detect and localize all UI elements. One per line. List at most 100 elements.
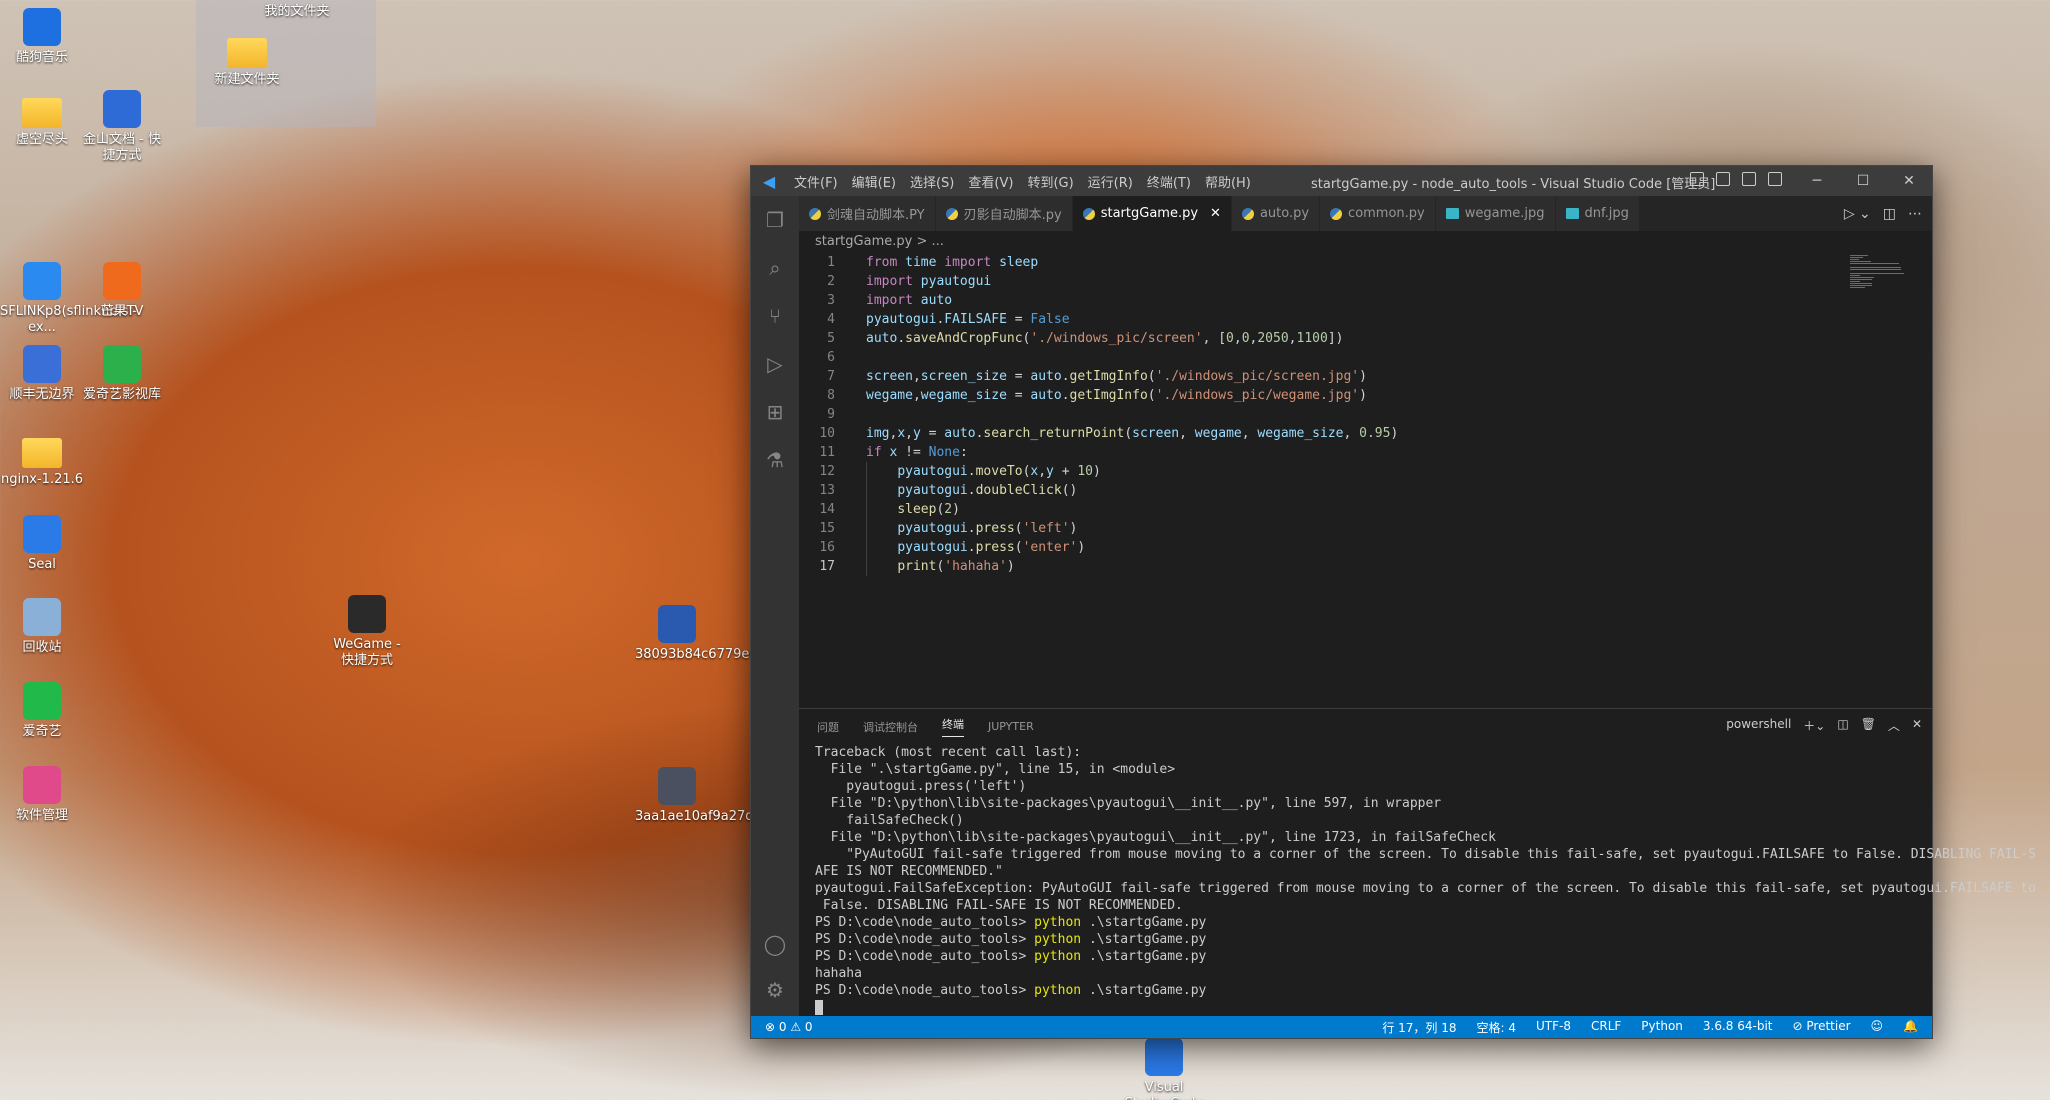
cursor-position[interactable]: 行 17，列 18 bbox=[1382, 1019, 1456, 1036]
editor-tab[interactable]: common.py bbox=[1320, 196, 1436, 231]
line-number: 4 bbox=[827, 312, 835, 327]
menu-item[interactable]: 选择(S) bbox=[903, 176, 961, 191]
desktop-icon[interactable]: 软件管理 bbox=[0, 766, 84, 824]
toggle-secondary-sidebar-icon[interactable] bbox=[1742, 172, 1756, 186]
terminal-output[interactable]: Traceback (most recent call last): File … bbox=[799, 744, 2036, 1016]
menu-item[interactable]: 转到(G) bbox=[1020, 176, 1080, 191]
more-actions-icon[interactable]: ⋯ bbox=[1908, 206, 1922, 222]
desktop-icon[interactable]: Visual Studio Code bbox=[1122, 1038, 1206, 1100]
python-interpreter[interactable]: 3.6.8 64-bit bbox=[1703, 1019, 1773, 1036]
desktop-icon[interactable]: WeGame - 快捷方式 bbox=[325, 595, 409, 669]
desktop-icon-label: 顺丰无边界 bbox=[9, 387, 75, 402]
split-editor-icon[interactable]: ◫ bbox=[1883, 206, 1896, 222]
editor-tab[interactable]: dnf.jpg bbox=[1555, 196, 1640, 231]
desktop-icon[interactable]: 爱奇艺影视库 bbox=[80, 345, 164, 403]
new-terminal-icon[interactable]: ＋⌄ bbox=[1803, 717, 1825, 734]
run-python-icon[interactable]: ▷ ⌄ bbox=[1844, 206, 1871, 222]
code-line[interactable]: 1 from time import sleep bbox=[799, 253, 1932, 272]
testing-icon[interactable]: ⚗ bbox=[763, 448, 787, 472]
split-terminal-icon[interactable]: ◫ bbox=[1837, 717, 1848, 734]
indentation[interactable]: 空格: 4 bbox=[1477, 1019, 1517, 1036]
desktop-icon[interactable]: 爱奇艺 bbox=[0, 682, 84, 740]
run-debug-icon[interactable]: ▷ bbox=[763, 352, 787, 376]
minimize-button[interactable]: ─ bbox=[1794, 166, 1840, 196]
desktop-icon[interactable]: 虚空尽头 bbox=[0, 90, 84, 148]
problems-indicator[interactable]: ⊗ 0 ⚠ 0 bbox=[751, 1020, 813, 1034]
settings-gear-icon[interactable]: ⚙ bbox=[763, 978, 787, 1002]
code-line[interactable]: 9 bbox=[799, 405, 1932, 424]
code-line[interactable]: 14 sleep(2) bbox=[799, 500, 1932, 519]
code-line[interactable]: 5 auto.saveAndCropFunc('./windows_pic/scr… bbox=[799, 329, 1932, 348]
shell-label[interactable]: powershell bbox=[1726, 717, 1791, 734]
editor-tab[interactable]: wegame.jpg bbox=[1435, 196, 1556, 231]
menu-item[interactable]: 帮助(H) bbox=[1198, 176, 1258, 191]
code-line[interactable]: 2 import pyautogui bbox=[799, 272, 1932, 291]
desktop-icon[interactable]: 新建文件夹 bbox=[205, 30, 289, 88]
editor-tab[interactable]: startgGame.py ✕ bbox=[1072, 196, 1232, 231]
terminal-cursor-line[interactable] bbox=[815, 999, 1916, 1016]
desktop-icon[interactable]: 回收站 bbox=[0, 598, 84, 656]
desktop-icon[interactable]: 顺丰无边界 bbox=[0, 345, 84, 403]
vscode-window[interactable]: ◀ 文件(F) 编辑(E) 选择(S) 查看(V) 转到(G) 运行(R) 终端(T) 帮助(… bbox=[750, 165, 2036, 1039]
desktop-icon[interactable]: nginx-1.21.6 bbox=[0, 430, 84, 488]
code-line[interactable]: 16 pyautogui.press('enter') bbox=[799, 538, 1932, 557]
kill-terminal-icon[interactable]: 🗑 bbox=[1861, 717, 1876, 734]
code-editor[interactable]: 1 from time import sleep 2 import pyautogui… bbox=[799, 253, 1932, 708]
vscode-logo-icon: ◀ bbox=[762, 171, 776, 191]
desktop-icon[interactable]: 金山文档 - 快捷方式 bbox=[80, 90, 164, 164]
desktop-icon[interactable]: 38093b84c6779e69ab9... bbox=[635, 605, 803, 663]
feedback-icon[interactable]: ☺ bbox=[1871, 1019, 1884, 1036]
editor-tab[interactable]: 刃影自动脚本.py bbox=[935, 196, 1073, 231]
end-of-line[interactable]: CRLF bbox=[1591, 1019, 1621, 1036]
desktop-icon-label: 软件管理 bbox=[15, 808, 68, 823]
toggle-sidebar-icon[interactable] bbox=[1690, 172, 1704, 186]
language-mode[interactable]: Python bbox=[1641, 1019, 1683, 1036]
menu-item[interactable]: 运行(R) bbox=[1081, 176, 1140, 191]
customize-layout-icon[interactable] bbox=[1768, 172, 1782, 186]
panel-tab[interactable]: 问题 bbox=[817, 719, 839, 735]
explorer-icon[interactable]: ❐ bbox=[763, 208, 787, 232]
panel-tab[interactable]: 调试控制台 bbox=[863, 719, 918, 735]
account-icon[interactable]: ◯ bbox=[763, 932, 787, 956]
panel-tab[interactable]: 终端 bbox=[942, 716, 964, 737]
maximize-panel-icon[interactable]: ︿ bbox=[1888, 717, 1900, 734]
desktop-icon[interactable]: 酷狗音乐 bbox=[0, 8, 84, 66]
code-line[interactable]: 3 import auto bbox=[799, 291, 1932, 310]
code-line[interactable]: 8 wegame,wegame_size = auto.getImgInfo('.… bbox=[799, 386, 1932, 405]
menu-item[interactable]: 编辑(E) bbox=[845, 176, 903, 191]
code-line[interactable]: 7 screen,screen_size = auto.getImgInfo('.… bbox=[799, 367, 1932, 386]
prettier-status[interactable]: ⊘ Prettier bbox=[1793, 1019, 1851, 1036]
extensions-icon[interactable]: ⊞ bbox=[763, 400, 787, 424]
notifications-icon[interactable]: 🔔 bbox=[1903, 1019, 1918, 1036]
code-line[interactable]: 4 pyautogui.FAILSAFE = False bbox=[799, 310, 1932, 329]
desktop-icon[interactable]: 芒果TV bbox=[80, 262, 164, 320]
code-line[interactable]: 13 pyautogui.doubleClick() bbox=[799, 481, 1932, 500]
desktop-icon[interactable]: SFLINKp8(sflinkhb.sf-ex... bbox=[0, 262, 137, 336]
desktop-icon[interactable]: 3aa1ae10af9a27d7e4e4... bbox=[635, 767, 807, 825]
editor-tab[interactable]: auto.py bbox=[1231, 196, 1321, 231]
menu-item[interactable]: 文件(F) bbox=[787, 176, 845, 191]
terminal-args: .\startgGame.py bbox=[1081, 915, 1207, 930]
menu-item[interactable]: 终端(T) bbox=[1140, 176, 1198, 191]
close-panel-icon[interactable]: ✕ bbox=[1912, 717, 1922, 734]
code-line[interactable]: 17 print('hahaha') bbox=[799, 557, 1932, 576]
desktop-icon[interactable]: Seal bbox=[0, 515, 84, 573]
source-control-icon[interactable]: ⑂ bbox=[763, 304, 787, 328]
breadcrumb[interactable]: startgGame.py > ... bbox=[799, 231, 1932, 253]
close-button[interactable]: ✕ bbox=[1886, 166, 1932, 196]
encoding[interactable]: UTF-8 bbox=[1536, 1019, 1571, 1036]
editor-tab[interactable]: 剑魂自动脚本.PY bbox=[799, 196, 936, 231]
code-line[interactable]: 12 pyautogui.moveTo(x,y + 10) bbox=[799, 462, 1932, 481]
maximize-button[interactable]: ☐ bbox=[1840, 166, 1886, 196]
close-tab-icon[interactable]: ✕ bbox=[1210, 206, 1221, 221]
code-line[interactable]: 10 img,x,y = auto.search_returnPoint(scre… bbox=[799, 424, 1932, 443]
python-file-icon bbox=[945, 207, 958, 220]
code-line[interactable]: 15 pyautogui.press('left') bbox=[799, 519, 1932, 538]
code-line[interactable]: 6 bbox=[799, 348, 1932, 367]
desktop-icon[interactable]: 我的文件夹 bbox=[247, 4, 347, 20]
search-icon[interactable]: ⌕ bbox=[763, 256, 787, 280]
menu-item[interactable]: 查看(V) bbox=[961, 176, 1020, 191]
panel-tab[interactable]: JUPYTER bbox=[988, 720, 1034, 733]
toggle-panel-icon[interactable] bbox=[1716, 172, 1730, 186]
code-line[interactable]: 11 if x != None: bbox=[799, 443, 1932, 462]
